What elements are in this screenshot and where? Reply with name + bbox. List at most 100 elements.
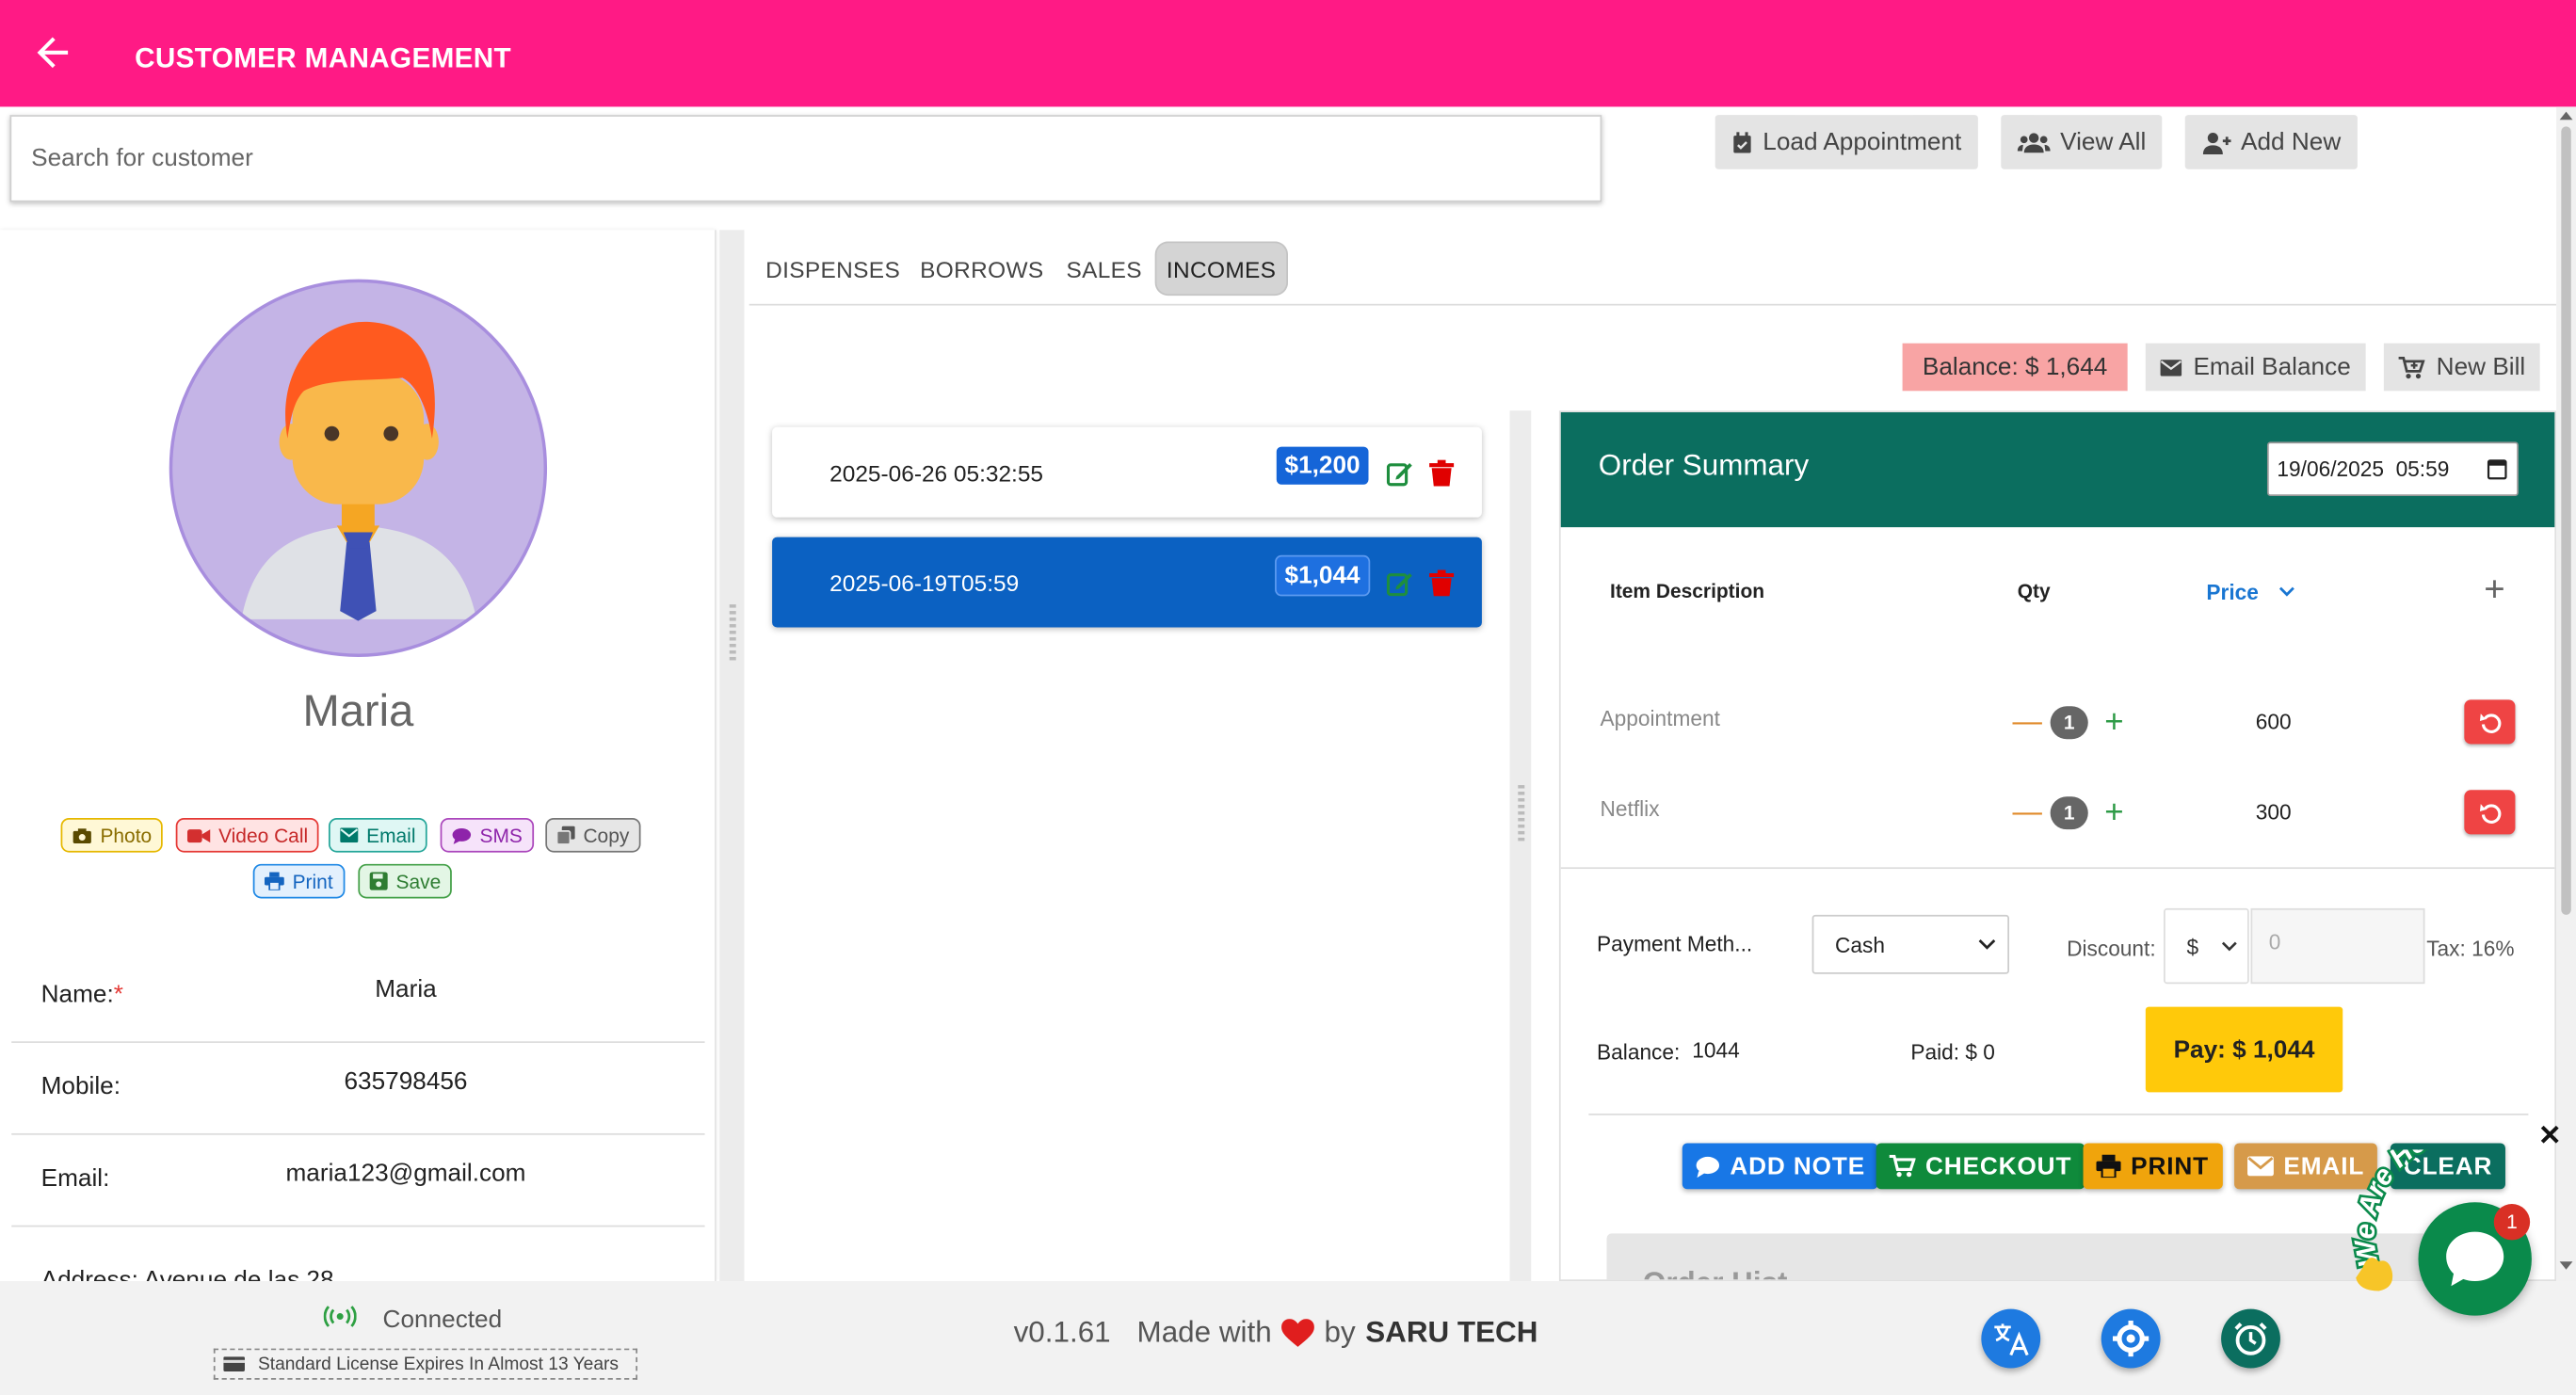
pay-button[interactable]: Pay: $ 1,044 [2145, 1006, 2343, 1093]
qty-decrease-icon[interactable]: — [2013, 796, 2042, 826]
edit-icon[interactable] [1386, 460, 1413, 487]
remove-item-button[interactable] [2464, 790, 2516, 835]
qty-increase-icon[interactable]: + [2104, 706, 2123, 739]
alarm-button[interactable] [2221, 1308, 2280, 1369]
scrollbar-thumb[interactable] [2561, 126, 2571, 915]
save-button[interactable]: Save [358, 863, 453, 899]
add-new-button[interactable]: Add New [2184, 115, 2358, 169]
add-note-button[interactable]: ADD NOTE [1682, 1143, 1879, 1190]
tab-incomes[interactable]: INCOMES [1154, 241, 1288, 297]
discount-input[interactable]: 0 [2250, 907, 2425, 985]
copy-icon [556, 826, 575, 844]
license-info: Standard License Expires In Almost 13 Ye… [213, 1348, 638, 1380]
invoice-date: 2025-06-19T05:59 [829, 569, 1020, 597]
item-price[interactable]: 600 [2256, 710, 2292, 734]
chat-unread-badge: 1 [2493, 1204, 2531, 1241]
panel-resizer-left[interactable] [719, 230, 745, 1282]
undo-icon [2479, 803, 2501, 824]
panel-resizer-right[interactable] [1509, 410, 1532, 1282]
print-label: Print [292, 869, 333, 893]
email-button[interactable]: Email [328, 817, 427, 853]
video-call-label: Video Call [218, 824, 309, 847]
checkout-button[interactable]: CHECKOUT [1876, 1143, 2085, 1190]
email-value[interactable]: maria123@gmail.com [274, 1160, 537, 1188]
view-all-button[interactable]: View All [2001, 115, 2163, 169]
invoice-card[interactable]: 2025-06-26 05:32:55 $1,200 [772, 426, 1482, 518]
mobile-row: Mobile: 635798456 [11, 1043, 705, 1135]
customer-search-input[interactable] [11, 116, 1601, 200]
app-header: CUSTOMER MANAGEMENT [0, 0, 2576, 107]
made-with-text: Made with [1136, 1315, 1272, 1349]
chevron-down-icon [1978, 938, 1996, 950]
add-item-icon[interactable]: + [2484, 570, 2504, 606]
trash-icon[interactable] [1429, 569, 1455, 597]
price-sort-header[interactable]: Price [2206, 580, 2294, 604]
item-price[interactable]: 300 [2256, 800, 2292, 825]
sms-button[interactable]: SMS [440, 817, 535, 853]
qty-decrease-icon[interactable]: — [2013, 706, 2042, 735]
item-name: Appointment [1600, 706, 1720, 731]
photo-label: Photo [100, 824, 153, 847]
payment-method-value: Cash [1835, 932, 1886, 957]
photo-button[interactable]: Photo [60, 817, 164, 853]
discount-type-value: $ [2186, 933, 2199, 959]
chat-bubble-icon [2446, 1231, 2504, 1287]
invoice-card-selected[interactable]: 2025-06-19T05:59 $1,044 [772, 537, 1482, 628]
heart-icon [1281, 1318, 1315, 1346]
chat-close-icon[interactable]: ✕ [2538, 1120, 2562, 1153]
discount-type-select[interactable]: $ [2164, 907, 2249, 985]
user-plus-icon [2202, 132, 2231, 154]
mobile-value[interactable]: 635798456 [274, 1067, 537, 1096]
alarm-clock-icon [2234, 1323, 2267, 1355]
connection-signal-icon [323, 1306, 357, 1327]
price-header-label: Price [2206, 579, 2259, 605]
email-balance-button[interactable]: Email Balance [2145, 343, 2366, 392]
back-arrow-icon[interactable] [29, 29, 75, 75]
video-camera-icon [186, 828, 211, 842]
video-call-button[interactable]: Video Call [175, 817, 320, 853]
discount-label: Discount: [2067, 936, 2156, 961]
qty-header: Qty [2017, 579, 2051, 603]
chat-message-icon [452, 827, 472, 844]
settings-button[interactable] [2101, 1308, 2161, 1369]
envelope-icon [340, 827, 359, 843]
scroll-up-icon[interactable] [2559, 110, 2573, 120]
tab-sales[interactable]: SALES [1055, 242, 1153, 297]
comment-icon [1696, 1156, 1720, 1178]
copy-button[interactable]: Copy [545, 817, 641, 853]
payment-method-select[interactable]: Cash [1811, 914, 2010, 974]
gear-icon [2112, 1320, 2149, 1357]
credits: v0.1.61 Made with by SARU TECH [1014, 1316, 1538, 1351]
customer-avatar[interactable] [169, 279, 548, 657]
print-order-label: PRINT [2131, 1152, 2210, 1180]
language-button[interactable] [1981, 1308, 2041, 1369]
customer-search-box [9, 115, 1602, 202]
cart-icon [1889, 1154, 1916, 1178]
name-row: Name:* Maria [11, 951, 705, 1044]
tab-dispenses[interactable]: DISPENSES [754, 242, 911, 297]
trash-icon[interactable] [1429, 459, 1455, 487]
qty-increase-icon[interactable]: + [2104, 796, 2123, 829]
print-order-button[interactable]: PRINT [2083, 1143, 2222, 1190]
qty-badge: 1 [2050, 706, 2088, 740]
calendar-icon[interactable] [2487, 458, 2507, 480]
new-bill-button[interactable]: New Bill [2383, 343, 2540, 392]
page-scrollbar[interactable] [2556, 106, 2576, 1282]
load-appointment-label: Load Appointment [1763, 128, 1962, 156]
address-label: Address: Avenue de las 28 [40, 1266, 334, 1282]
chevron-down-icon [2278, 586, 2294, 597]
tab-borrows[interactable]: BORROWS [909, 242, 1055, 297]
remove-item-button[interactable] [2464, 699, 2516, 745]
order-date-input[interactable]: 19/06/2025 05:59 [2266, 441, 2519, 496]
license-text: Standard License Expires In Almost 13 Ye… [257, 1354, 620, 1374]
print-button[interactable]: Print [252, 863, 345, 899]
name-value[interactable]: Maria [274, 975, 537, 1003]
history-tabs: DISPENSES BORROWS SALES INCOMES [749, 238, 2557, 306]
item-name: Netflix [1600, 796, 1660, 822]
edit-icon[interactable] [1386, 569, 1413, 597]
cart-plus-icon [2398, 356, 2425, 378]
load-appointment-button[interactable]: Load Appointment [1715, 115, 1978, 169]
printer-icon [264, 872, 284, 890]
sms-label: SMS [479, 824, 523, 847]
version-text: v0.1.61 [1013, 1315, 1111, 1349]
